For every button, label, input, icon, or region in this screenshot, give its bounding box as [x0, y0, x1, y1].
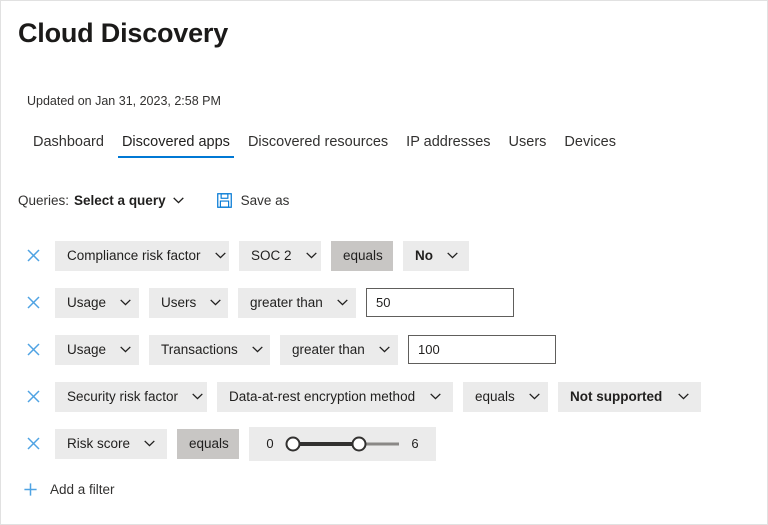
close-icon[interactable] [23, 387, 43, 407]
chevron-down-icon [447, 252, 458, 259]
chevron-down-icon [214, 252, 226, 259]
filter-operator[interactable]: equals [177, 428, 239, 459]
slider-min-label: 0 [266, 436, 274, 451]
filter-row: Usage Transactions greater than [1, 326, 767, 373]
filter-value-label: No [415, 248, 433, 263]
filter-attribute[interactable]: Transactions [149, 334, 270, 365]
filter-operator-label: equals [189, 436, 229, 451]
queries-label: Queries: [18, 193, 70, 208]
filter-row: Security risk factor Data-at-rest encrypt… [1, 373, 767, 420]
page-title: Cloud Discovery [18, 18, 229, 48]
tab-dashboard[interactable]: Dashboard [24, 134, 113, 158]
filter-attribute[interactable]: Data-at-rest encryption method [217, 381, 453, 412]
filter-row: Risk score equals 0 6 [1, 420, 767, 467]
query-selector-dropdown[interactable]: Select a query [74, 193, 184, 208]
query-selector-label: Select a query [74, 193, 166, 208]
filter-operator[interactable]: equals [463, 381, 548, 412]
add-filter-button[interactable]: Add a filter [23, 482, 115, 497]
filter-value[interactable]: No [403, 240, 469, 271]
tab-devices[interactable]: Devices [555, 134, 625, 158]
filter-row: Compliance risk factor SOC 2 equals No [1, 232, 767, 279]
filter-operator-label: equals [475, 389, 515, 404]
save-disk-icon [216, 193, 232, 208]
filter-attribute-label: Users [161, 295, 197, 310]
filter-category-label: Compliance risk factor [67, 248, 201, 263]
filter-category[interactable]: Security risk factor [55, 381, 207, 412]
filter-operator[interactable]: equals [331, 240, 393, 271]
tab-discovered-resources[interactable]: Discovered resources [239, 134, 397, 158]
filter-row: Usage Users greater than [1, 279, 767, 326]
filter-attribute-label: Transactions [161, 342, 238, 357]
filter-value[interactable]: Not supported [558, 381, 701, 412]
filter-value-label: Not supported [570, 389, 663, 404]
chevron-down-icon [379, 346, 390, 353]
filter-operator-label: equals [343, 248, 383, 263]
tab-users[interactable]: Users [500, 134, 556, 158]
chevron-down-icon [120, 346, 131, 353]
filter-attribute-label: SOC 2 [251, 248, 292, 263]
filter-category[interactable]: Usage [55, 287, 139, 318]
save-as-label: Save as [240, 193, 290, 208]
slider-handle-high[interactable] [351, 436, 367, 451]
chevron-down-icon [120, 299, 131, 306]
filter-category-label: Security risk factor [67, 389, 179, 404]
add-filter-label: Add a filter [50, 482, 115, 497]
chevron-down-icon [337, 299, 348, 306]
filter-attribute[interactable]: SOC 2 [239, 240, 321, 271]
chevron-down-icon [210, 299, 222, 306]
tab-ip-addresses[interactable]: IP addresses [397, 134, 499, 158]
risk-score-slider[interactable]: 06 [249, 426, 436, 461]
close-icon[interactable] [23, 293, 43, 313]
filter-operator[interactable]: greater than [238, 287, 356, 318]
filter-operator-label: greater than [292, 342, 365, 357]
filter-category-label: Usage [67, 342, 107, 357]
slider-handle-low[interactable] [285, 436, 301, 451]
chevron-down-icon [529, 393, 540, 400]
chevron-down-icon [172, 197, 184, 204]
filter-list: Compliance risk factor SOC 2 equals No Usage… [1, 232, 767, 467]
close-icon[interactable] [23, 340, 43, 360]
filter-category[interactable]: Compliance risk factor [55, 240, 229, 271]
filter-value-input[interactable] [366, 288, 514, 317]
filter-operator-label: greater than [250, 295, 323, 310]
chevron-down-icon [678, 393, 689, 400]
queries-bar: Queries: Select a query Save as [18, 193, 289, 208]
slider-track[interactable] [285, 434, 399, 454]
filter-category-label: Usage [67, 295, 107, 310]
filter-category-label: Risk score [67, 436, 131, 451]
last-updated-text: Updated on Jan 31, 2023, 2:58 PM [27, 94, 221, 108]
save-as-button[interactable]: Save as [216, 193, 290, 208]
tab-bar: Dashboard Discovered apps Discovered resou… [24, 134, 625, 164]
plus-icon [23, 482, 38, 497]
filter-operator[interactable]: greater than [280, 334, 398, 365]
filter-attribute[interactable]: Users [149, 287, 228, 318]
chevron-down-icon [430, 393, 441, 400]
chevron-down-icon [305, 252, 317, 259]
cloud-discovery-page: Cloud Discovery Updated on Jan 31, 2023,… [0, 0, 768, 525]
slider-track-selected [292, 441, 358, 446]
chevron-down-icon [252, 346, 263, 353]
tab-discovered-apps[interactable]: Discovered apps [113, 134, 239, 158]
filter-category[interactable]: Usage [55, 334, 139, 365]
filter-attribute-label: Data-at-rest encryption method [229, 389, 416, 404]
close-icon[interactable] [23, 434, 43, 454]
chevron-down-icon [144, 440, 155, 447]
chevron-down-icon [192, 393, 203, 400]
filter-value-input[interactable] [408, 335, 556, 364]
slider-max-label: 6 [411, 436, 419, 451]
filter-category[interactable]: Risk score [55, 428, 167, 459]
close-icon[interactable] [23, 246, 43, 266]
